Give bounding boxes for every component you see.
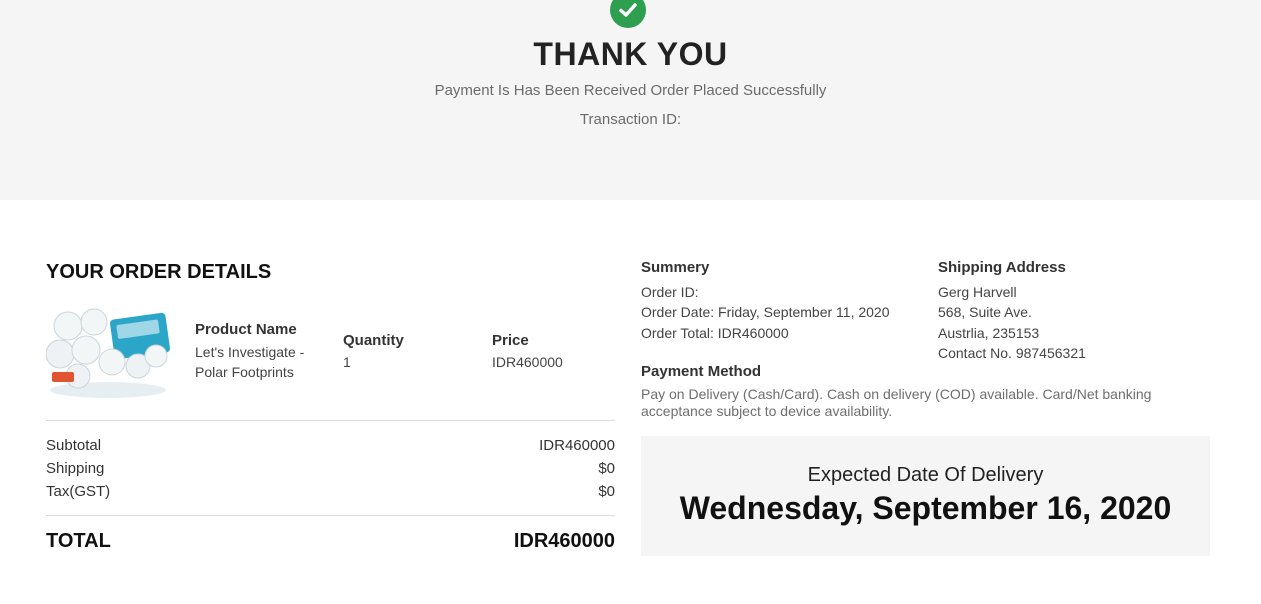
product-name-line2: Polar Footprints (195, 364, 294, 380)
transaction-id: Transaction ID: (579, 111, 682, 128)
confirmation-banner: THANK YOU Payment Is Has Been Received O… (0, 0, 1261, 200)
street-address: 568, Suite Ave. (938, 304, 1032, 320)
payment-method-title: Payment Method (641, 363, 762, 380)
tax-label: Tax(GST) (46, 483, 111, 500)
subtotal-label: Subtotal (46, 437, 102, 454)
city-postal: Austrlia, 235153 (938, 325, 1040, 341)
order-total: Order Total: IDR460000 (641, 325, 789, 341)
product-name[interactable]: Let's Investigate - Polar Footprints (195, 342, 304, 382)
page-title: THANK YOU (533, 36, 728, 72)
payment-method-text: Pay on Delivery (Cash/Card). Cash on del… (641, 386, 1152, 419)
recipient-name: Gerg Harvell (938, 284, 1017, 300)
confirmation-message: Payment Is Has Been Received Order Place… (434, 82, 827, 99)
total-label: TOTAL (46, 530, 111, 552)
order-date: Order Date: Friday, September 11, 2020 (641, 304, 890, 320)
delivery-estimate-box: Expected Date Of Delivery Wednesday, Sep… (641, 436, 1210, 556)
delivery-label: Expected Date Of Delivery (807, 464, 1044, 486)
order-id: Order ID: (641, 284, 699, 300)
product-name-line1: Let's Investigate - (195, 344, 305, 360)
price-header: Price (492, 332, 529, 349)
tax-value: $0 (598, 483, 615, 500)
quantity-header: Quantity (343, 332, 404, 349)
total-value: IDR460000 (513, 530, 615, 552)
product-image[interactable] (45, 304, 170, 400)
shipping-label: Shipping (46, 460, 105, 477)
divider (46, 515, 615, 516)
quantity-value: 1 (343, 354, 351, 370)
divider (46, 420, 615, 421)
shipping-address-title: Shipping Address (938, 259, 1066, 276)
contact-number: Contact No. 987456321 (938, 345, 1086, 361)
subtotal-value: IDR460000 (539, 437, 615, 454)
price-value: IDR460000 (492, 354, 563, 370)
check-circle-icon (610, 0, 646, 28)
summary-title: Summery (641, 259, 710, 276)
product-name-header: Product Name (195, 321, 297, 338)
delivery-date: Wednesday, September 16, 2020 (679, 490, 1172, 526)
order-details-title: YOUR ORDER DETAILS (46, 261, 272, 283)
shipping-value: $0 (598, 460, 615, 477)
